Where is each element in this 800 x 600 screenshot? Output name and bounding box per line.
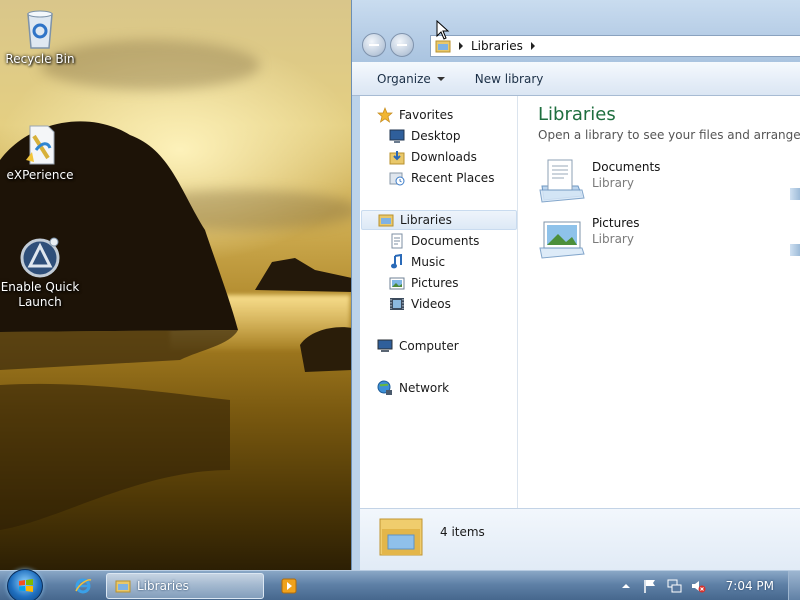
libraries-icon [115, 580, 131, 593]
nav-item-label: Videos [411, 297, 451, 311]
volume-muted-icon[interactable] [690, 578, 706, 594]
nav-item-label: Pictures [411, 276, 459, 290]
network-tray-icon[interactable] [666, 578, 682, 594]
nav-item-label: Desktop [411, 129, 461, 143]
pictures-icon [389, 275, 405, 291]
desktop-icon-label: Enable Quick Launch [0, 280, 80, 309]
libraries-large-icon [378, 515, 424, 562]
nav-item-recent-places[interactable]: Recent Places [389, 168, 494, 188]
library-name: Pictures [592, 216, 640, 230]
forward-button[interactable] [390, 33, 414, 57]
desktop-icon [389, 128, 405, 144]
nav-item-network[interactable]: Network [377, 378, 449, 398]
documents-icon [389, 233, 405, 249]
recycle-bin-icon [18, 6, 62, 50]
content-subtitle: Open a library to see your files and arr… [538, 128, 800, 142]
windows-logo-icon [19, 579, 33, 592]
nav-item-computer[interactable]: Computer [377, 336, 459, 356]
taskbar-clock[interactable]: 7:04 PM [726, 579, 774, 593]
show-hidden-icons-icon[interactable] [618, 578, 634, 594]
command-bar: Organize New library [352, 62, 800, 96]
breadcrumb-chevron-icon[interactable] [459, 42, 463, 50]
back-button[interactable] [362, 33, 386, 57]
nav-item-pictures[interactable]: Pictures [389, 273, 459, 293]
content-heading: Libraries [538, 104, 616, 125]
action-center-flag-icon[interactable] [642, 578, 658, 594]
window-titlebar[interactable]: Libraries [352, 0, 800, 62]
library-type: Library [592, 232, 634, 246]
nav-item-libraries[interactable]: Libraries [361, 210, 517, 230]
pictures-library-icon [538, 212, 586, 260]
taskbar-libraries-window[interactable]: Libraries [106, 573, 264, 599]
media-player-icon [281, 578, 297, 594]
breadcrumb-chevron-icon[interactable] [530, 42, 535, 50]
nav-item-label: Favorites [399, 108, 454, 122]
desktop-icon-label: Recycle Bin [5, 52, 75, 66]
nav-item-label: Downloads [411, 150, 477, 164]
chevron-down-icon [436, 76, 445, 81]
quick-launch-icon [18, 234, 62, 278]
music-icon [389, 253, 405, 270]
organize-button[interactable]: Organize [377, 72, 445, 86]
show-desktop-button[interactable] [788, 571, 800, 600]
internet-explorer-icon [75, 578, 92, 594]
desktop-icon-recycle-bin[interactable]: Recycle Bin [0, 6, 80, 67]
nav-item-label: Computer [399, 339, 459, 353]
nav-item-documents[interactable]: Documents [389, 231, 479, 251]
document-icon [18, 122, 62, 166]
taskbar-window-label: Libraries [137, 579, 189, 593]
nav-item-label: Network [399, 381, 450, 395]
desktop-icon-experience[interactable]: eXPerience [0, 122, 80, 183]
recent-places-icon [389, 170, 405, 186]
nav-item-label: Recent Places [411, 171, 495, 185]
nav-item-label: Music [411, 255, 446, 269]
library-tile-partial[interactable] [790, 244, 800, 256]
star-icon [377, 107, 393, 123]
documents-library-icon [538, 156, 586, 204]
address-bar[interactable]: Libraries [430, 35, 800, 57]
taskbar-media-player[interactable] [280, 573, 298, 599]
details-pane: 4 items [360, 508, 800, 570]
videos-icon [389, 296, 405, 312]
desktop-icon-enable-quick-launch[interactable]: Enable Quick Launch [0, 234, 80, 310]
breadcrumb-libraries[interactable]: Libraries [471, 39, 523, 53]
organize-label: Organize [377, 71, 431, 86]
nav-item-music[interactable]: Music [389, 252, 445, 272]
computer-icon [377, 338, 393, 354]
system-tray: 7:04 PM [618, 571, 800, 600]
new-library-button[interactable]: New library [475, 72, 544, 86]
network-icon [377, 380, 393, 396]
nav-item-favorites[interactable]: Favorites [377, 105, 453, 125]
new-library-label: New library [474, 71, 544, 86]
library-name: Documents [592, 160, 661, 174]
nav-item-label: Libraries [400, 213, 452, 227]
libraries-icon [378, 212, 394, 228]
library-tile-partial[interactable] [790, 188, 800, 200]
libraries-icon [435, 39, 451, 53]
explorer-window: Libraries Organize New library Favorites… [351, 0, 800, 570]
nav-item-desktop[interactable]: Desktop [389, 126, 461, 146]
nav-item-downloads[interactable]: Downloads [389, 147, 477, 167]
content-pane: Libraries Open a library to see your fil… [518, 96, 800, 508]
item-count: 4 items [440, 525, 485, 539]
nav-item-videos[interactable]: Videos [389, 294, 451, 314]
taskbar-internet-explorer[interactable] [62, 573, 102, 599]
library-tile-documents[interactable]: Documents Library [538, 156, 758, 206]
navigation-pane: Favorites Desktop Downloads Recent Place… [360, 96, 518, 508]
downloads-icon [389, 149, 405, 165]
desktop-icon-label: eXPerience [6, 168, 74, 182]
mouse-cursor-icon [436, 20, 450, 40]
start-button[interactable] [7, 569, 43, 600]
nav-item-label: Documents [411, 234, 480, 248]
taskbar: Libraries 7:04 PM [0, 569, 800, 600]
library-tile-pictures[interactable]: Pictures Library [538, 212, 758, 262]
library-type: Library [592, 176, 634, 190]
